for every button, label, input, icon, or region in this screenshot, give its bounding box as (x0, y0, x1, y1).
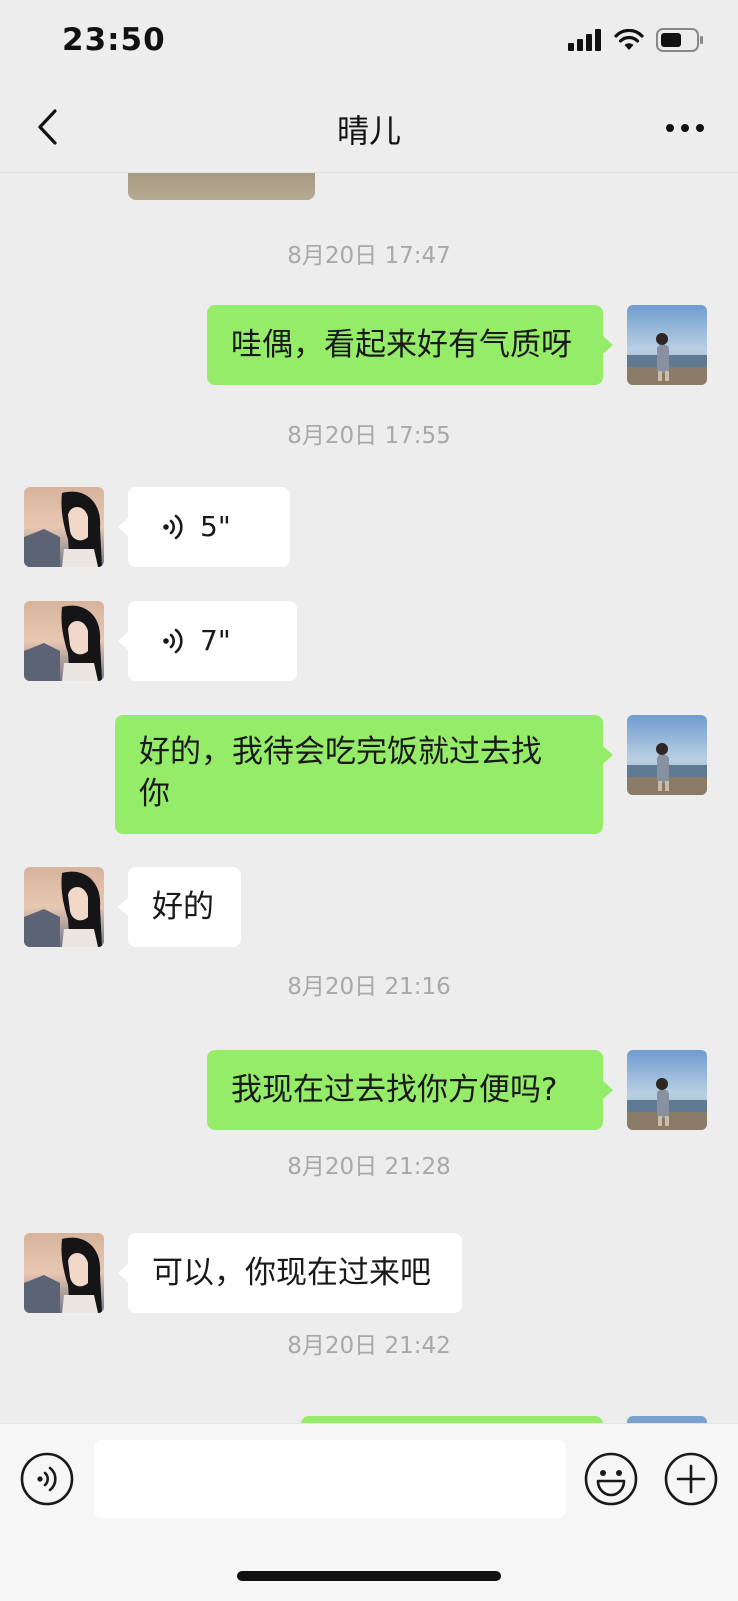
avatar-self-image (627, 1050, 707, 1130)
voice-duration: 5" (200, 510, 231, 543)
timestamp: 8月20日 17:47 (287, 243, 451, 269)
bubble-tail (603, 746, 613, 764)
avatar-contact-image (24, 867, 104, 947)
avatar-contact-image (24, 601, 104, 681)
bubble-tail (118, 518, 128, 536)
timestamp: 8月20日 21:16 (287, 974, 451, 1000)
message-bubble-outgoing[interactable]: 我现在过去找你方便吗? (207, 1050, 603, 1130)
bubble-tail (118, 632, 128, 650)
chat-header: 晴儿 (0, 84, 738, 173)
voice-wave-icon (163, 514, 183, 540)
voice-message-bubble[interactable]: 5" (128, 487, 290, 567)
message-text: 哇偶，看起来好有气质呀 (231, 327, 572, 363)
avatar-contact[interactable] (24, 601, 104, 681)
message-text: 好的 (152, 889, 214, 925)
chat-area[interactable]: 8月20日 17:47 哇偶，看起来好有气质呀 8月20日 17:55 5" 7… (0, 172, 738, 1423)
message-input[interactable] (94, 1440, 566, 1518)
message-bubble-incoming[interactable]: 好的 (128, 867, 241, 947)
avatar-contact-image (24, 487, 104, 567)
emoji-icon (584, 1452, 638, 1506)
wifi-icon (614, 29, 644, 50)
image-message-partial[interactable] (128, 172, 315, 200)
status-time: 23:50 (62, 22, 166, 58)
battery-icon (656, 28, 703, 52)
avatar-contact[interactable] (24, 487, 104, 567)
avatar-contact[interactable] (24, 1233, 104, 1313)
avatar-self-partial[interactable] (627, 1416, 707, 1423)
bubble-tail (603, 336, 613, 354)
plus-icon (664, 1452, 718, 1506)
message-text: 可以，你现在过来吧 (152, 1255, 431, 1291)
avatar-contact[interactable] (24, 867, 104, 947)
timestamp: 8月20日 21:28 (287, 1154, 451, 1180)
timestamp: 8月20日 17:55 (287, 423, 451, 449)
signal-icon (568, 29, 601, 51)
bubble-tail (603, 1081, 613, 1099)
message-bubble-outgoing-partial[interactable] (301, 1416, 603, 1423)
timestamp: 8月20日 21:42 (287, 1333, 451, 1359)
status-icons (568, 28, 704, 52)
message-text-line: 你 (139, 776, 170, 812)
home-indicator[interactable] (237, 1571, 501, 1581)
message-bubble-incoming[interactable]: 可以，你现在过来吧 (128, 1233, 462, 1313)
bubble-tail (118, 1264, 128, 1282)
avatar-self[interactable] (627, 305, 707, 385)
message-text: 我现在过去找你方便吗? (231, 1072, 558, 1108)
more-functions-button[interactable] (664, 1452, 718, 1506)
avatar-self[interactable] (627, 1050, 707, 1130)
message-bubble-outgoing[interactable]: 好的，我待会吃完饭就过去找 你 (115, 715, 603, 834)
more-button[interactable] (660, 108, 710, 148)
message-text-line: 好的，我待会吃完饭就过去找 (139, 734, 542, 770)
voice-wave-icon (163, 628, 183, 654)
emoji-button[interactable] (584, 1452, 638, 1506)
voice-message-bubble[interactable]: 7" (128, 601, 297, 681)
chat-title: 晴儿 (336, 112, 401, 150)
bubble-tail (118, 898, 128, 916)
avatar-self-image (627, 305, 707, 385)
more-dots-icon (666, 124, 704, 132)
avatar-self-image (627, 715, 707, 795)
voice-input-icon (20, 1452, 74, 1506)
voice-input-button[interactable] (20, 1452, 74, 1506)
avatar-self[interactable] (627, 715, 707, 795)
voice-duration: 7" (200, 624, 231, 657)
avatar-contact-image (24, 1233, 104, 1313)
message-bubble-outgoing[interactable]: 哇偶，看起来好有气质呀 (207, 305, 603, 385)
